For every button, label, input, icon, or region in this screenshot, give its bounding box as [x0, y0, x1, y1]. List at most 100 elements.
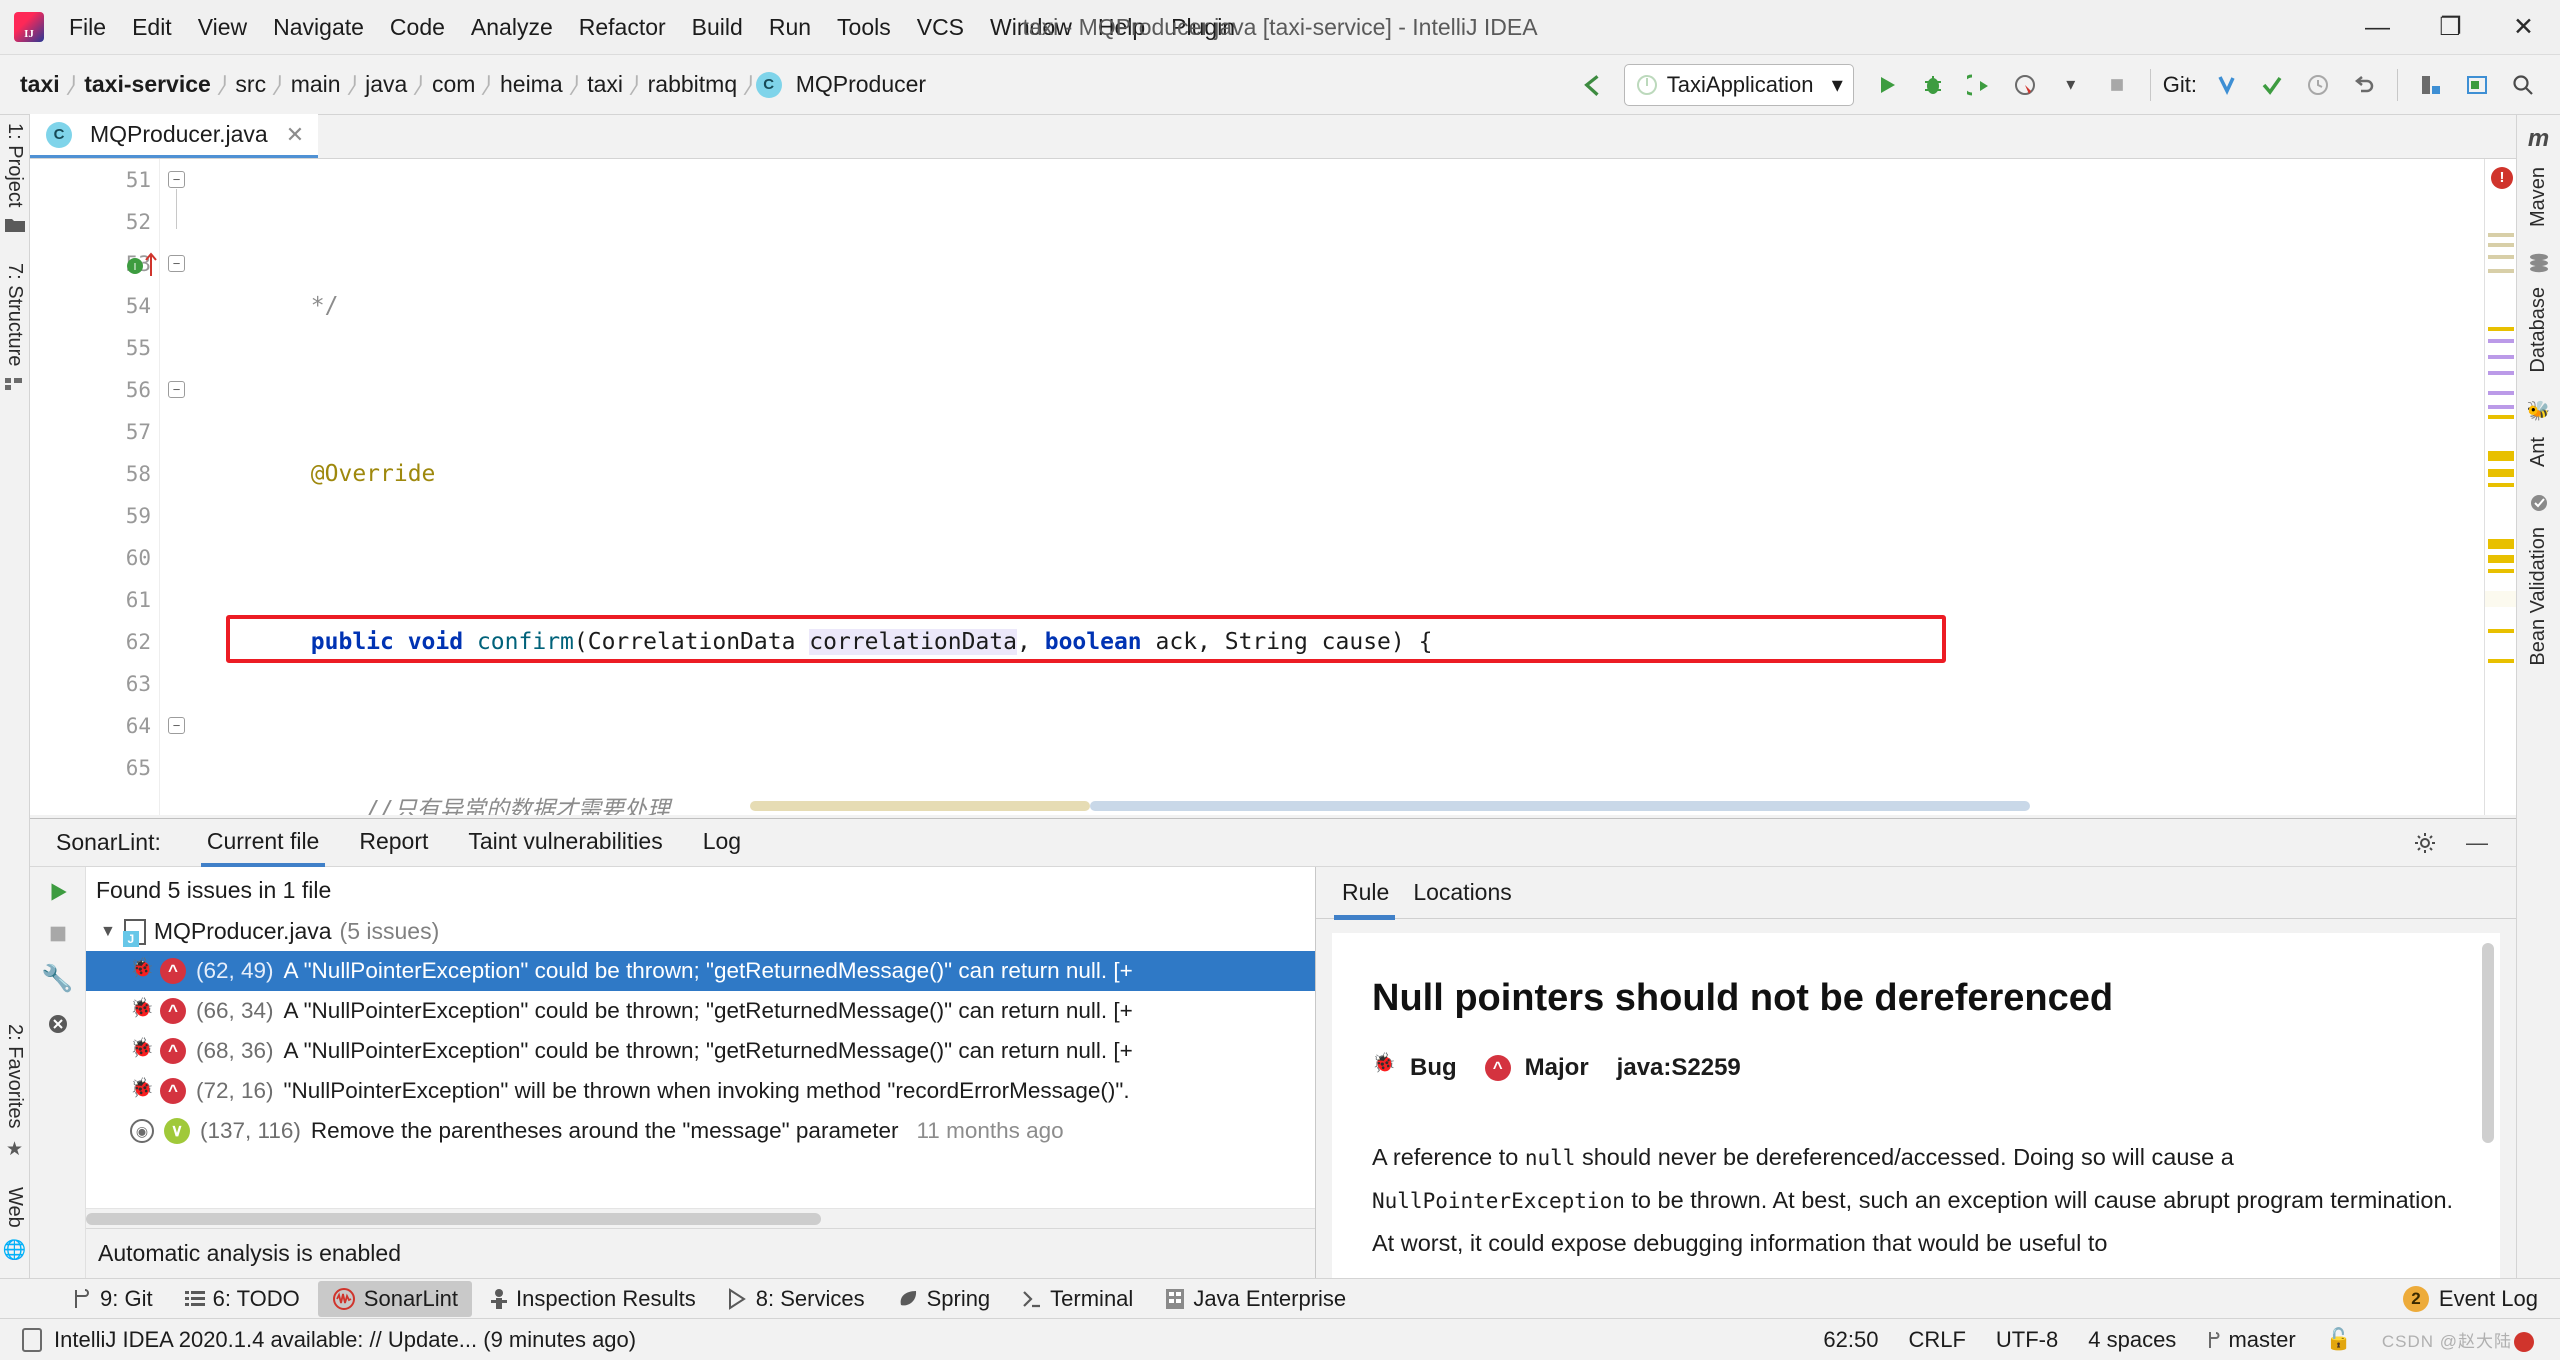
run-configuration-selector[interactable]: TaxiApplication ▾ — [1624, 64, 1854, 106]
error-count-badge[interactable]: ! — [2491, 167, 2513, 189]
sidebar-item-favorites[interactable]: 2: Favorites — [1, 1016, 28, 1136]
error-stripe[interactable]: ! — [2484, 159, 2516, 815]
indent-setting[interactable]: 4 spaces — [2088, 1327, 2176, 1353]
menu-item-vcs[interactable]: VCS — [904, 8, 977, 47]
breadcrumb-item-main[interactable]: main — [285, 69, 347, 100]
run-button[interactable] — [1866, 64, 1908, 106]
profiler-button[interactable] — [2004, 64, 2046, 106]
toolwindow-todo[interactable]: 6: TODO — [171, 1281, 314, 1317]
fold-marker[interactable]: − — [168, 255, 185, 272]
issue-row[interactable]: ◉ ∨ (137, 116) Remove the parentheses ar… — [86, 1111, 1315, 1151]
fold-marker[interactable]: − — [168, 717, 185, 734]
history-icon[interactable] — [2297, 64, 2339, 106]
clear-icon[interactable] — [46, 1012, 70, 1036]
issue-row[interactable]: ^ (66, 34) A "NullPointerException" coul… — [86, 991, 1315, 1031]
scrollbar-thumb[interactable] — [1090, 801, 2030, 811]
maximize-button[interactable]: ❐ — [2414, 0, 2487, 54]
gear-icon[interactable] — [2404, 822, 2446, 864]
status-message[interactable]: IntelliJ IDEA 2020.1.4 available: // Upd… — [54, 1327, 636, 1353]
menu-item-tools[interactable]: Tools — [824, 8, 904, 47]
menu-item-analyze[interactable]: Analyze — [458, 8, 566, 47]
breadcrumb-item-taxi-pkg[interactable]: taxi — [581, 69, 629, 100]
override-arrow-icon[interactable] — [144, 251, 158, 277]
caret-position[interactable]: 62:50 — [1823, 1327, 1878, 1353]
breadcrumb-item-taxi-service[interactable]: taxi-service — [78, 69, 217, 100]
scrollbar-thumb[interactable] — [86, 1213, 821, 1225]
tab-log[interactable]: Log — [683, 818, 761, 867]
tab-taint-vulnerabilities[interactable]: Taint vulnerabilities — [448, 818, 682, 867]
toolwindow-sonarlint[interactable]: SonarLint — [318, 1281, 472, 1317]
breadcrumb-item-java[interactable]: java — [359, 69, 413, 100]
tab-report[interactable]: Report — [339, 818, 448, 867]
run-with-coverage-button[interactable] — [1958, 64, 2000, 106]
issue-row[interactable]: ^ (68, 36) A "NullPointerException" coul… — [86, 1031, 1315, 1071]
unlocked-icon[interactable]: 🔓 — [2326, 1328, 2352, 1352]
file-encoding[interactable]: UTF-8 — [1996, 1327, 2058, 1353]
toolwindow-spring[interactable]: Spring — [883, 1281, 1005, 1317]
structure-icon[interactable] — [2410, 64, 2452, 106]
issues-file-row[interactable]: ▼ MQProducer.java (5 issues) — [86, 912, 1315, 951]
menu-item-run[interactable]: Run — [756, 8, 824, 47]
event-log-label[interactable]: Event Log — [2439, 1286, 2538, 1312]
fold-marker[interactable]: − — [168, 171, 185, 188]
tab-rule[interactable]: Rule — [1334, 875, 1405, 920]
rollback-icon[interactable] — [2343, 64, 2385, 106]
issues-list[interactable]: Found 5 issues in 1 file ▼ MQProducer.ja… — [86, 867, 1315, 1208]
minimize-button[interactable]: — — [2341, 0, 2414, 54]
preview-icon[interactable] — [2456, 64, 2498, 106]
scrollbar-thumb[interactable] — [750, 801, 1090, 811]
search-icon[interactable] — [2502, 64, 2544, 106]
run-analysis-icon[interactable] — [45, 879, 71, 905]
issues-horizontal-scrollbar[interactable] — [86, 1208, 1315, 1228]
profiler-dropdown-icon[interactable]: ▾ — [2050, 64, 2092, 106]
line-separator[interactable]: CRLF — [1908, 1327, 1965, 1353]
tab-locations[interactable]: Locations — [1405, 875, 1527, 920]
tab-current-file[interactable]: Current file — [187, 818, 339, 867]
sidebar-item-maven[interactable]: Maven — [2525, 159, 2552, 235]
breadcrumb-item-mqproducer[interactable]: MQProducer — [790, 69, 932, 100]
close-button[interactable]: ✕ — [2487, 0, 2560, 54]
editor-horizontal-scrollbar[interactable] — [190, 801, 2476, 815]
git-branch[interactable]: master — [2206, 1327, 2295, 1353]
editor-tab-mqproducer[interactable]: C MQProducer.java ✕ — [30, 114, 318, 158]
toolwindow-java-enterprise[interactable]: Java Enterprise — [1151, 1281, 1360, 1317]
breadcrumb-item-taxi[interactable]: taxi — [14, 69, 66, 100]
menu-item-file[interactable]: File — [56, 8, 119, 47]
code-folding-column[interactable]: − − − − — [160, 159, 194, 815]
toolwindow-git[interactable]: 9: Git — [58, 1281, 167, 1317]
update-project-icon[interactable] — [2205, 64, 2247, 106]
fold-marker[interactable]: − — [168, 381, 185, 398]
notification-icon[interactable] — [22, 1328, 42, 1352]
breadcrumb-item-com[interactable]: com — [426, 69, 481, 100]
toolwindow-services[interactable]: 8: Services — [714, 1281, 879, 1317]
minimize-panel-icon[interactable]: — — [2456, 822, 2498, 864]
breadcrumb-item-rabbitmq[interactable]: rabbitmq — [642, 69, 743, 100]
breadcrumb-item-src[interactable]: src — [229, 69, 272, 100]
debug-button[interactable] — [1912, 64, 1954, 106]
code-editor[interactable]: 51 52 53 54 55 56 57 58 59 60 61 62 63 6… — [30, 159, 2516, 815]
menu-item-code[interactable]: Code — [377, 8, 458, 47]
issue-row[interactable]: ^ (72, 16) "NullPointerException" will b… — [86, 1071, 1315, 1111]
toolwindow-terminal[interactable]: Terminal — [1008, 1281, 1147, 1317]
sidebar-item-database[interactable]: Database — [2525, 279, 2552, 381]
rule-scrollbar-thumb[interactable] — [2482, 943, 2494, 1143]
close-icon[interactable]: ✕ — [286, 122, 304, 148]
toolwindow-inspection-results[interactable]: Inspection Results — [476, 1281, 710, 1317]
menu-item-edit[interactable]: Edit — [119, 8, 185, 47]
sidebar-item-structure[interactable]: 7: Structure — [1, 255, 28, 374]
sidebar-item-web[interactable]: Web — [1, 1179, 28, 1236]
chevron-down-icon[interactable]: ▼ — [100, 923, 116, 941]
sidebar-item-project[interactable]: 1: Project — [1, 115, 28, 215]
commit-icon[interactable] — [2251, 64, 2293, 106]
code-text[interactable]: */ @Override public void confirm(Correla… — [194, 159, 2484, 815]
sidebar-item-ant[interactable]: Ant — [2525, 429, 2552, 475]
menu-item-view[interactable]: View — [185, 8, 260, 47]
back-arrow-icon[interactable] — [1570, 64, 1612, 106]
stop-button[interactable] — [2096, 64, 2138, 106]
issue-row[interactable]: ^ (62, 49) A "NullPointerException" coul… — [86, 951, 1315, 991]
menu-item-build[interactable]: Build — [679, 8, 756, 47]
configure-icon[interactable]: 🔧 — [41, 963, 73, 994]
menu-item-refactor[interactable]: Refactor — [566, 8, 679, 47]
sidebar-item-bean-validation[interactable]: Bean Validation — [2525, 519, 2552, 674]
stop-analysis-icon[interactable] — [47, 923, 69, 945]
